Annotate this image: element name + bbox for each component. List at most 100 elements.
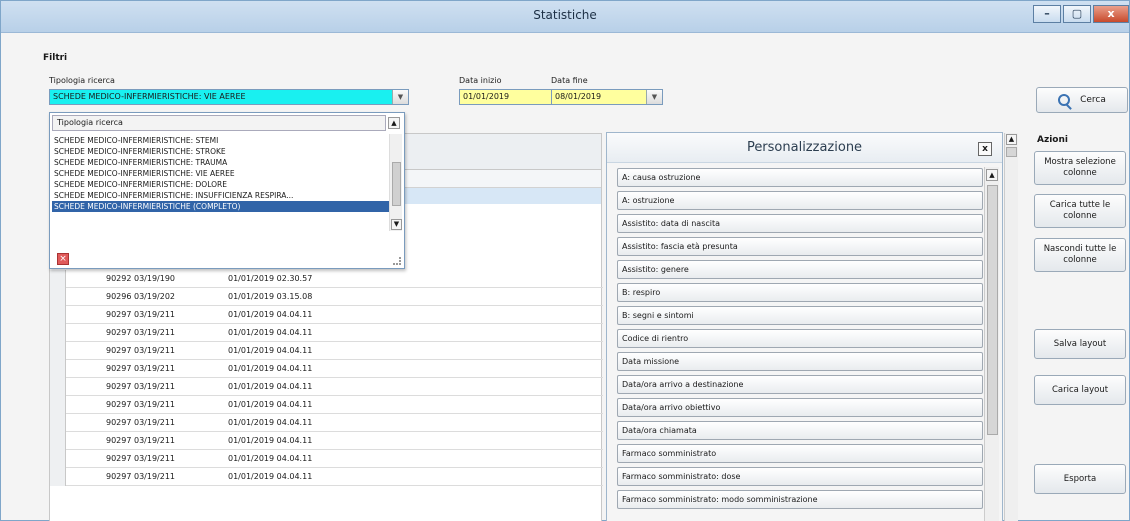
maximize-button[interactable]: ▢ xyxy=(1063,5,1091,23)
resize-grip-icon[interactable] xyxy=(393,257,401,265)
column-option[interactable]: Data/ora chiamata xyxy=(617,421,983,440)
close-window-button[interactable]: x xyxy=(1093,5,1129,23)
table-row[interactable]: 90297 03/19/211 01/01/2019 04.04.11 xyxy=(50,306,603,324)
chevron-down-icon[interactable]: ▼ xyxy=(391,219,402,230)
row-header-cell[interactable] xyxy=(50,432,66,450)
table-row[interactable]: 90297 03/19/211 01/01/2019 04.04.11 xyxy=(50,342,603,360)
column-option[interactable]: B: segni e sintomi xyxy=(617,306,983,325)
chevron-up-icon[interactable]: ▲ xyxy=(986,169,998,181)
data-inizio-label: Data inizio xyxy=(459,76,502,85)
cell-id: 90297 03/19/211 xyxy=(106,472,176,481)
nascondi-tutte-colonne-button[interactable]: Nascondi tutte le colonne xyxy=(1034,238,1126,272)
chevron-down-icon[interactable]: ▼ xyxy=(392,90,408,104)
row-header-cell[interactable] xyxy=(50,414,66,432)
cell-datetime: 01/01/2019 04.04.11 xyxy=(228,418,313,427)
panel-scrollbar[interactable]: ▲ xyxy=(984,167,999,521)
dropdown-option[interactable]: SCHEDE MEDICO-INFERMIERISTICHE: DOLORE xyxy=(52,179,390,190)
dropdown-option[interactable]: SCHEDE MEDICO-INFERMIERISTICHE: TRAUMA xyxy=(52,157,390,168)
column-option[interactable]: Farmaco somministrato: dose xyxy=(617,467,983,486)
column-option[interactable]: Data/ora arrivo a destinazione xyxy=(617,375,983,394)
row-header-cell[interactable] xyxy=(50,360,66,378)
search-button-label: Cerca xyxy=(1080,95,1106,105)
tipologia-select[interactable]: SCHEDE MEDICO-INFERMIERISTICHE: VIE AERE… xyxy=(49,89,409,105)
window-controls: – ▢ x xyxy=(1033,5,1129,23)
table-row[interactable]: 90297 03/19/211 01/01/2019 04.04.11 xyxy=(50,360,603,378)
column-option[interactable]: Farmaco somministrato: modo somministraz… xyxy=(617,490,983,509)
dropdown-option[interactable]: SCHEDE MEDICO-INFERMIERISTICHE (COMPLETO… xyxy=(52,201,390,212)
column-option[interactable]: Codice di rientro xyxy=(617,329,983,348)
cell-datetime: 01/01/2019 04.04.11 xyxy=(228,436,313,445)
chevron-up-icon[interactable]: ▲ xyxy=(388,117,400,129)
minimize-button[interactable]: – xyxy=(1033,5,1061,23)
cell-id: 90297 03/19/211 xyxy=(106,400,176,409)
cell-id: 90297 03/19/211 xyxy=(106,436,176,445)
table-row[interactable]: 90297 03/19/211 01/01/2019 04.04.11 xyxy=(50,432,603,450)
cell-id: 90292 03/19/190 xyxy=(106,274,176,283)
dropdown-option[interactable]: SCHEDE MEDICO-INFERMIERISTICHE: STROKE xyxy=(52,146,390,157)
cell-datetime: 01/01/2019 03.15.08 xyxy=(228,292,313,301)
cell-id: 90297 03/19/211 xyxy=(106,310,176,319)
scrollbar-thumb[interactable] xyxy=(392,162,401,206)
window-title: Statistiche xyxy=(533,8,597,22)
title-bar[interactable]: Statistiche – ▢ x xyxy=(1,1,1129,33)
row-header-cell[interactable] xyxy=(50,450,66,468)
esporta-button[interactable]: Esporta xyxy=(1034,464,1126,494)
row-header-cell[interactable] xyxy=(50,378,66,396)
cell-id: 90297 03/19/211 xyxy=(106,364,176,373)
cell-datetime: 01/01/2019 04.04.11 xyxy=(228,400,313,409)
salva-layout-button[interactable]: Salva layout xyxy=(1034,329,1126,359)
table-row[interactable]: 90297 03/19/211 01/01/2019 04.04.11 xyxy=(50,378,603,396)
column-option[interactable]: Assistito: genere xyxy=(617,260,983,279)
cell-datetime: 01/01/2019 04.04.11 xyxy=(228,364,313,373)
row-header-cell[interactable] xyxy=(50,324,66,342)
row-header-cell[interactable] xyxy=(50,468,66,486)
table-row[interactable]: 90297 03/19/211 01/01/2019 04.04.11 xyxy=(50,396,603,414)
grid-scrollbar[interactable]: ▲ xyxy=(1004,133,1018,521)
table-row[interactable]: 90297 03/19/211 01/01/2019 04.04.11 xyxy=(50,414,603,432)
cell-datetime: 01/01/2019 04.04.11 xyxy=(228,328,313,337)
cell-datetime: 01/01/2019 04.04.11 xyxy=(228,382,313,391)
data-fine-field[interactable]: 08/01/2019 ▼ xyxy=(551,89,663,105)
cell-id: 90297 03/19/211 xyxy=(106,328,176,337)
dropdown-option[interactable]: SCHEDE MEDICO-INFERMIERISTICHE: STEMI xyxy=(52,135,390,146)
column-option[interactable]: Data/ora arrivo obiettivo xyxy=(617,398,983,417)
cell-id: 90297 03/19/211 xyxy=(106,382,176,391)
search-button[interactable]: Cerca xyxy=(1036,87,1128,113)
row-header-cell[interactable] xyxy=(50,342,66,360)
column-option[interactable]: A: ostruzione xyxy=(617,191,983,210)
table-row[interactable]: 90297 03/19/211 01/01/2019 04.04.11 xyxy=(50,468,603,486)
carica-layout-button[interactable]: Carica layout xyxy=(1034,375,1126,405)
table-row[interactable]: 90297 03/19/211 01/01/2019 04.04.11 xyxy=(50,450,603,468)
row-header-cell[interactable] xyxy=(50,306,66,324)
filters-title: Filtri xyxy=(43,53,68,63)
column-option[interactable]: A: causa ostruzione xyxy=(617,168,983,187)
tipologia-dropdown-list[interactable]: Tipologia ricerca ▲ SCHEDE MEDICO-INFERM… xyxy=(49,112,405,269)
row-header-cell[interactable] xyxy=(50,288,66,306)
cell-datetime: 01/01/2019 04.04.11 xyxy=(228,346,313,355)
column-option[interactable]: Assistito: fascia età presunta xyxy=(617,237,983,256)
column-option[interactable]: B: respiro xyxy=(617,283,983,302)
panel-close-button[interactable]: x xyxy=(978,142,992,156)
dropdown-option[interactable]: SCHEDE MEDICO-INFERMIERISTICHE: VIE AERE… xyxy=(52,168,390,179)
clear-icon[interactable]: × xyxy=(57,253,69,265)
chevron-down-icon[interactable]: ▼ xyxy=(646,90,662,104)
chevron-up-icon[interactable]: ▲ xyxy=(1006,134,1017,145)
data-inizio-value: 01/01/2019 xyxy=(463,92,510,101)
row-header-cell[interactable] xyxy=(50,270,66,288)
column-option[interactable]: Farmaco somministrato xyxy=(617,444,983,463)
table-row[interactable]: 90292 03/19/190 01/01/2019 02.30.57 xyxy=(50,270,603,288)
mostra-selezione-colonne-button[interactable]: Mostra selezione colonne xyxy=(1034,151,1126,185)
dropdown-scrollbar[interactable]: ▼ xyxy=(389,134,402,231)
carica-tutte-colonne-button[interactable]: Carica tutte le colonne xyxy=(1034,194,1126,228)
scrollbar-thumb[interactable] xyxy=(1006,147,1017,157)
table-row[interactable]: 90297 03/19/211 01/01/2019 04.04.11 xyxy=(50,324,603,342)
row-header-cell[interactable] xyxy=(50,396,66,414)
tipologia-value: SCHEDE MEDICO-INFERMIERISTICHE: VIE AERE… xyxy=(53,92,246,101)
column-option[interactable]: Assistito: data di nascita xyxy=(617,214,983,233)
dropdown-option[interactable]: SCHEDE MEDICO-INFERMIERISTICHE: INSUFFIC… xyxy=(52,190,390,201)
personalizzazione-panel: Personalizzazione x A: causa ostruzione A… xyxy=(606,132,1003,521)
table-row[interactable]: 90296 03/19/202 01/01/2019 03.15.08 xyxy=(50,288,603,306)
column-option[interactable]: Data missione xyxy=(617,352,983,371)
scrollbar-thumb[interactable] xyxy=(987,185,998,435)
statistiche-window: Statistiche – ▢ x Filtri Tipologia ricer… xyxy=(0,0,1130,521)
